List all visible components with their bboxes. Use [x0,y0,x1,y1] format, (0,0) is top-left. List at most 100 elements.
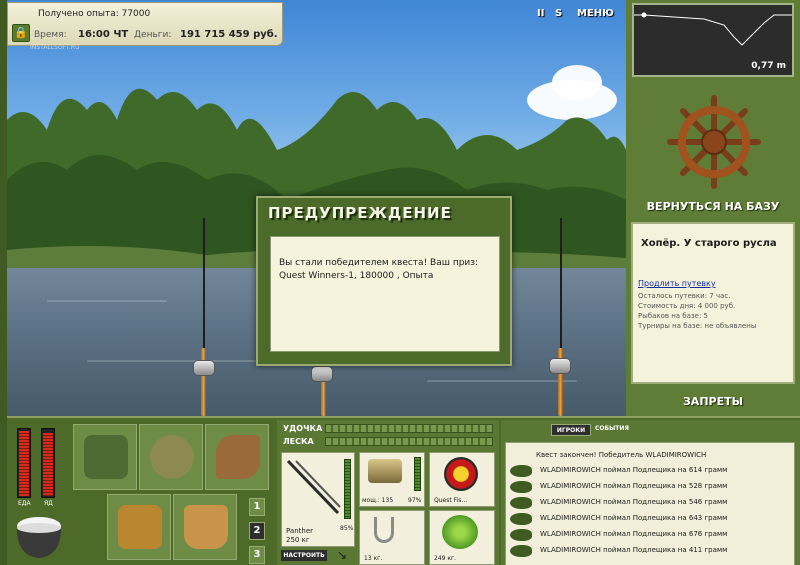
day-cost: Стоимость дня: 4 000 руб. [638,302,736,310]
reel-icon [549,358,571,374]
reel-percent: 97% [408,497,422,504]
list-item: WLADIMIROWICH поймал Подлещика на 614 гр… [510,463,790,479]
food-meter-fill [19,431,29,496]
tab-players[interactable]: ИГРОКИ [551,424,591,436]
fish-icon [510,497,532,509]
food-meter [17,428,31,498]
reel-condition-bar [414,457,421,491]
menu-button[interactable]: МЕНЮ [577,8,614,19]
event-text: WLADIMIROWICH поймал Подлещика на 411 гр… [540,546,728,554]
list-item: WLADIMIROWICH поймал Подлещика на 546 гр… [510,495,790,511]
reel-item-icon [368,459,402,483]
event-text: WLADIMIROWICH поймал Подлещика на 643 гр… [540,514,728,522]
line-spool-icon [444,457,478,491]
pass-remaining: Осталось путевки: 7 час. [638,292,731,300]
sound-button[interactable]: S [555,8,562,19]
reel-icon [311,366,333,382]
setup-button[interactable]: НАСТРОИТЬ [281,550,327,561]
vegetable-basket-icon [118,505,162,549]
slot-page-1-button[interactable]: 1 [249,498,265,516]
fish-icon [510,545,532,557]
return-to-base-button[interactable]: ВЕРНУТЬСЯ НА БАЗУ [626,196,800,218]
money-value: 191 715 459 руб. [180,29,278,40]
game-window: Получено опыта: 77000 🔒 Время: 16:00 ЧТ … [0,0,800,565]
event-text: WLADIMIROWICH поймал Подлещика на 676 гр… [540,530,728,538]
bait-bag-icon [150,435,194,479]
rod-tip [203,218,205,350]
fish-icon [510,529,532,541]
peas-bait-icon [442,515,478,549]
rod-weight: 250 кг [286,536,310,544]
player-info-panel: Получено опыта: 77000 🔒 Время: 16:00 ЧТ … [7,2,283,46]
tab-events[interactable]: СОБЫТИЯ [595,425,629,432]
water-ripple [427,380,577,382]
right-panel: 0,77 m ВЕРНУТЬСЯ НА БАЗУ Хопёр. У старог… [626,0,800,416]
rod-tip [560,218,562,350]
arrow-down-right-icon[interactable]: ↘ [337,548,351,562]
bait-card[interactable]: 249 кг. [429,510,495,565]
event-text: WLADIMIROWICH поймал Подлещика на 528 гр… [540,482,728,490]
location-title: Хопёр. У старого русла [641,238,777,249]
bucket-icon [184,505,228,549]
slot-tackle-box[interactable] [73,424,137,490]
bait-weight: 249 кг. [434,555,457,562]
extend-pass-link[interactable]: Продлить путевку [638,279,716,288]
fishing-rod[interactable] [201,348,206,416]
depth-value: 0,77 m [751,61,786,71]
list-item: WLADIMIROWICH поймал Подлещика на 643 гр… [510,511,790,527]
food-label: ЕДА [18,500,31,507]
reel-card[interactable]: мощ.: 135 97% [359,452,425,507]
line-label: ЛЕСКА [283,437,314,446]
list-item: WLADIMIROWICH поймал Подлещика на 411 гр… [510,543,790,559]
rod-label: УДОЧКА [283,424,323,433]
bottom-panel: ЕДА ЯД 1 2 3 УДОЧКА ЛЕСКА 85% Panther 25… [7,416,800,565]
dialog-message: Вы стали победителем квеста! Ваш приз: Q… [270,236,500,352]
rod-condition-bar [344,459,351,519]
cooking-pot-icon[interactable] [13,514,65,560]
slot-bucket[interactable] [173,494,237,560]
time-value: 16:00 ЧТ [78,29,129,40]
list-item: WLADIMIROWICH поймал Подлещика на 528 гр… [510,479,790,495]
line-card[interactable]: Quest Fis... [429,452,495,507]
reel-power: мощ.: 135 [362,497,394,504]
money-label: Деньги: [134,30,172,40]
poison-label: ЯД [44,500,53,507]
depth-sonar: 0,77 m [632,3,794,77]
event-text: WLADIMIROWICH поймал Подлещика на 614 гр… [540,466,728,474]
bans-button[interactable]: ЗАПРЕТЫ [626,392,800,412]
event-text: WLADIMIROWICH поймал Подлещика на 546 гр… [540,498,728,506]
slot-page-2-button[interactable]: 2 [249,522,265,540]
lock-icon[interactable]: 🔒 [12,24,30,42]
warning-dialog[interactable]: ПРЕДУПРЕЖДЕНИЕ Вы стали победителем квес… [256,196,512,366]
ship-wheel-icon[interactable] [666,94,762,190]
rod-icon [286,459,341,515]
events-list: Квест закончен! Победитель WLADIMIROWICH… [505,442,795,565]
rod-card[interactable]: 85% Panther 250 кг [281,452,355,547]
hook-card[interactable]: 13 кг. [359,510,425,565]
line-tension-bar [325,437,493,446]
dialog-title: ПРЕДУПРЕЖДЕНИЕ [268,204,452,222]
list-item: WLADIMIROWICH поймал Подлещика на 676 гр… [510,527,790,543]
quest-finished-message: Квест закончен! Победитель WLADIMIROWICH [536,451,707,459]
line-name: Quest Fis... [434,497,468,504]
location-panel: Хопёр. У старого русла Продлить путевку … [631,222,795,384]
slot-page-3-button[interactable]: 3 [249,546,265,564]
rod-tension-bar [325,424,493,433]
poison-meter [41,428,55,498]
hook-icon [374,517,394,543]
slot-bait-bag[interactable] [139,424,203,490]
rod-percent: 85% [340,525,354,532]
tackle-box-icon [84,435,128,479]
fish-icon [510,513,532,525]
anglers-count: Рыбаков на базе: 5 [638,312,708,320]
slot-landing-net[interactable] [205,424,269,490]
slot-vegetable-basket[interactable] [107,494,171,560]
water-ripple [47,300,167,302]
time-label: Время: [34,30,67,40]
events-panel: ИГРОКИ СОБЫТИЯ Квест закончен! Победител… [501,420,800,565]
pause-button[interactable]: II [537,8,544,19]
experience-text: Получено опыта: 77000 [38,9,151,19]
poison-meter-fill [43,433,53,496]
tournaments-status: Турниры на базе: не объявлены [638,322,757,330]
landing-net-icon [216,435,260,479]
